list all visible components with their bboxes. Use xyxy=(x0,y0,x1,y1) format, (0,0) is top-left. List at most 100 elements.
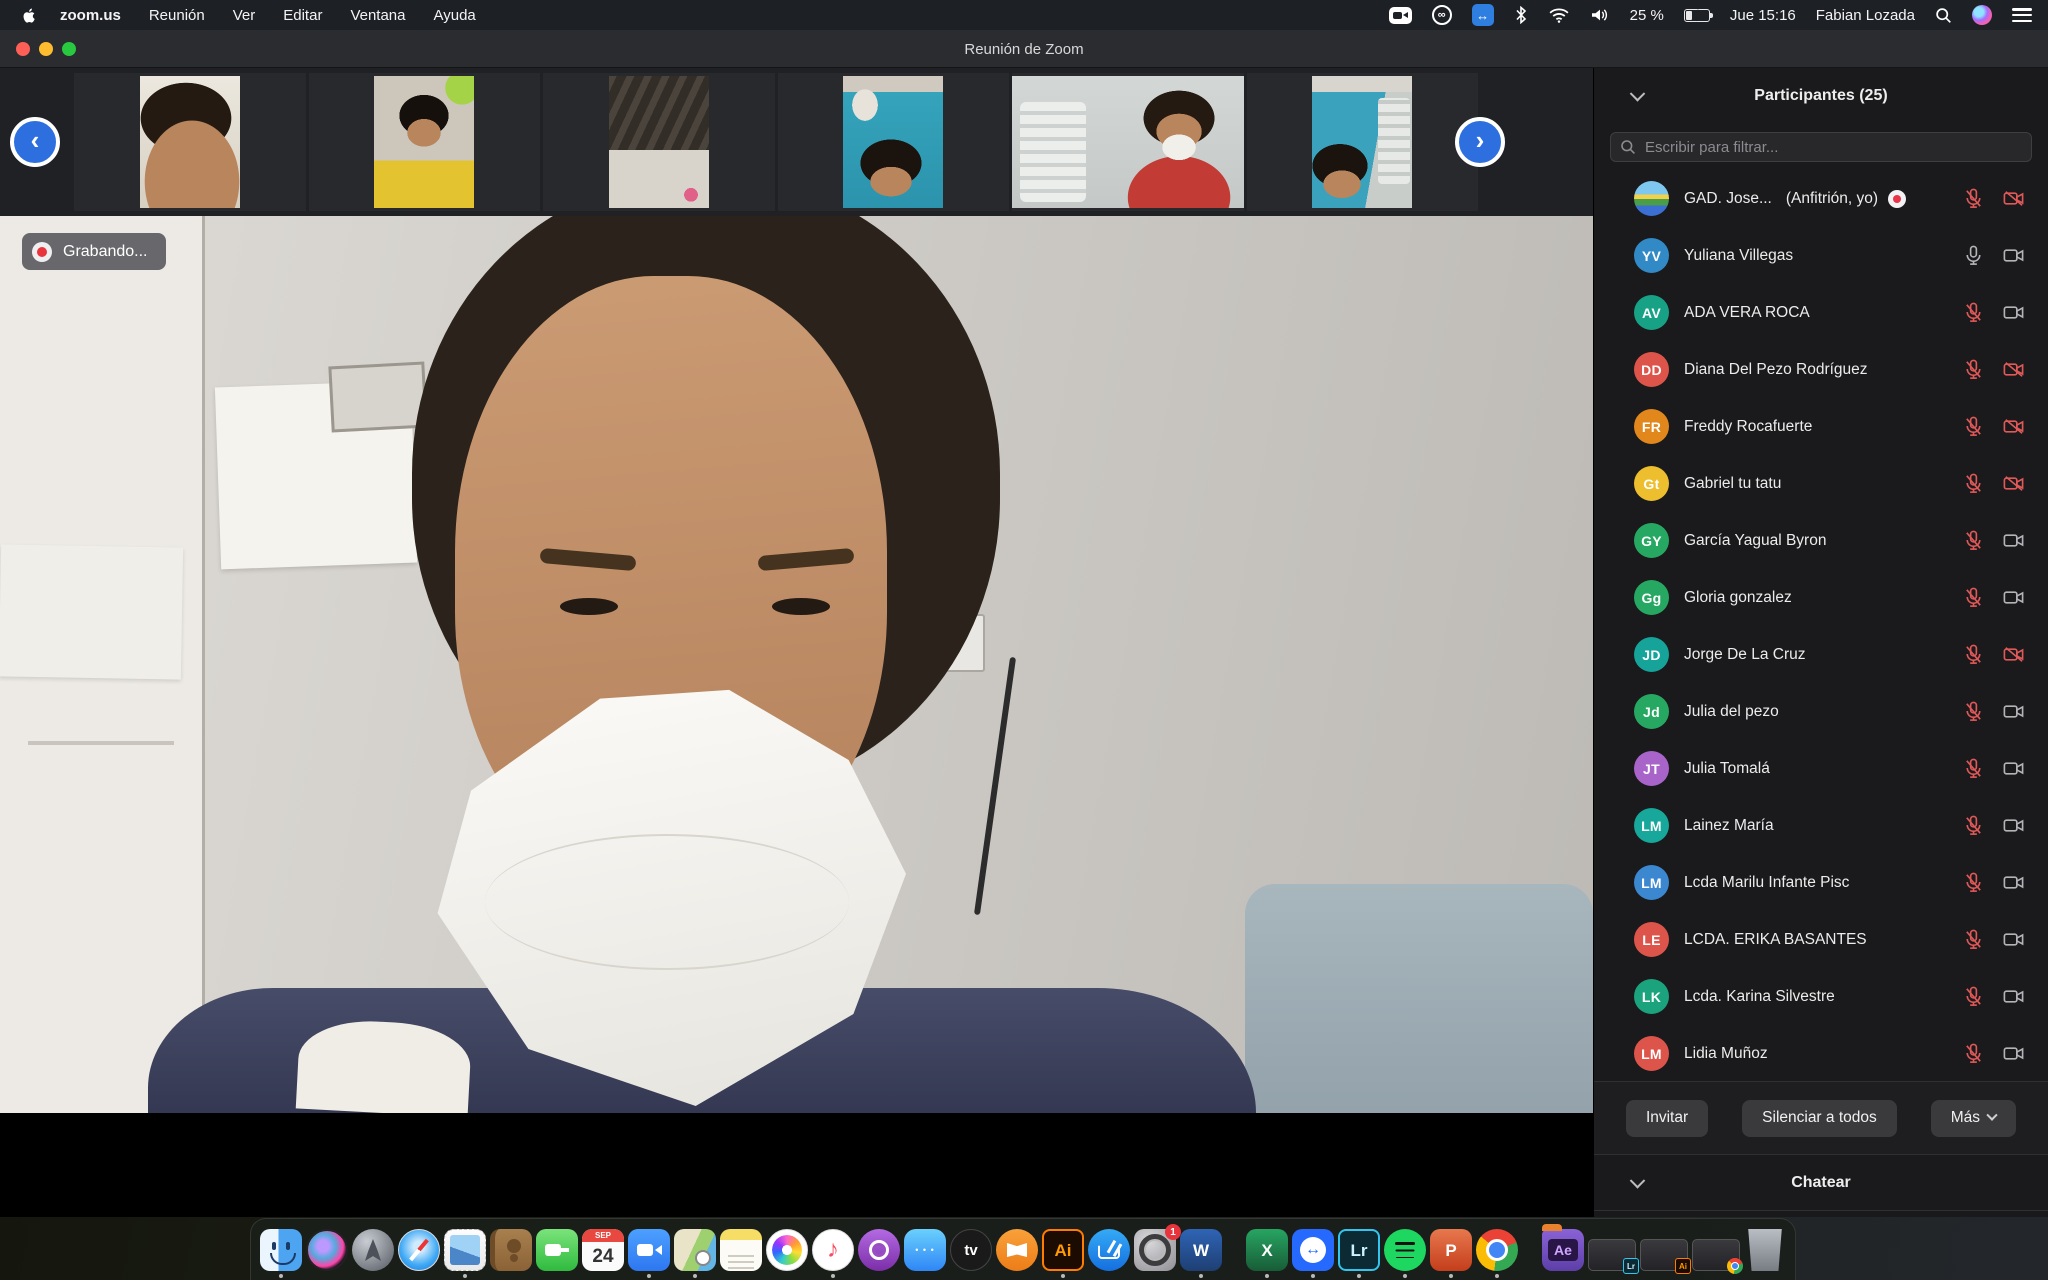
invite-button[interactable]: Invitar xyxy=(1626,1100,1708,1137)
mic-status-icon[interactable] xyxy=(1960,757,1986,781)
dock-illustrator-icon[interactable]: Ai xyxy=(1042,1229,1084,1278)
participant-row[interactable]: JT Julia Tomalá xyxy=(1594,740,2048,797)
camera-status-icon[interactable] xyxy=(2000,814,2026,838)
participant-row[interactable]: LM Lainez María xyxy=(1594,797,2048,854)
participant-row[interactable]: LK Lcda. Karina Silvestre xyxy=(1594,968,2048,1025)
zoom-camera-status-icon[interactable] xyxy=(1389,4,1412,26)
spotlight-search-icon[interactable] xyxy=(1935,4,1952,26)
dock-calendar-icon[interactable]: SEP24 xyxy=(582,1229,624,1278)
dock-lightroom-icon[interactable]: Lr xyxy=(1338,1229,1380,1278)
dock-settings-icon[interactable]: 1 xyxy=(1134,1229,1176,1278)
dock-notes-icon[interactable] xyxy=(720,1229,762,1278)
camera-status-icon[interactable] xyxy=(2000,643,2026,667)
dock-facetime-icon[interactable] xyxy=(536,1229,578,1278)
dock-ae-folder-icon[interactable]: Ae xyxy=(1542,1229,1584,1278)
participant-row[interactable]: Gt Gabriel tu tatu xyxy=(1594,455,2048,512)
dock-powerpoint-icon[interactable]: P xyxy=(1430,1229,1472,1278)
dock-minwin-icon[interactable]: Ai xyxy=(1640,1239,1688,1278)
mic-status-icon[interactable] xyxy=(1960,586,1986,610)
mic-status-icon[interactable] xyxy=(1960,472,1986,496)
camera-status-icon[interactable] xyxy=(2000,928,2026,952)
chat-section-header[interactable]: Chatear xyxy=(1594,1154,2048,1210)
dock-mail-icon[interactable] xyxy=(444,1229,486,1278)
filter-participants-input[interactable] xyxy=(1610,132,2032,162)
dock-finder-icon[interactable] xyxy=(260,1229,302,1278)
participant-row[interactable]: JD Jorge De La Cruz xyxy=(1594,626,2048,683)
participant-row[interactable]: LE LCDA. ERIKA BASANTES xyxy=(1594,911,2048,968)
dock-spotify-icon[interactable] xyxy=(1384,1229,1426,1278)
fullscreen-window-button[interactable] xyxy=(62,42,76,56)
more-button[interactable]: Más xyxy=(1931,1100,2016,1137)
thumb-5-participant-video[interactable] xyxy=(1012,76,1244,208)
dock-siri-icon[interactable] xyxy=(306,1229,348,1278)
creative-cloud-icon[interactable]: ∞ xyxy=(1432,4,1452,26)
participant-row[interactable]: Jd Julia del pezo xyxy=(1594,683,2048,740)
menu-ventana[interactable]: Ventana xyxy=(336,7,419,24)
mic-status-icon[interactable] xyxy=(1960,814,1986,838)
camera-status-icon[interactable] xyxy=(2000,244,2026,268)
dock-appstore-icon[interactable] xyxy=(1088,1229,1130,1278)
camera-status-icon[interactable] xyxy=(2000,871,2026,895)
camera-status-icon[interactable] xyxy=(2000,358,2026,382)
dock-trash-icon[interactable] xyxy=(1744,1229,1786,1278)
camera-status-icon[interactable] xyxy=(2000,187,2026,211)
mic-status-icon[interactable] xyxy=(1960,529,1986,553)
mic-status-icon[interactable] xyxy=(1960,643,1986,667)
camera-status-icon[interactable] xyxy=(2000,529,2026,553)
dock-contacts-icon[interactable] xyxy=(490,1229,532,1278)
dock-maps-icon[interactable] xyxy=(674,1229,716,1278)
participant-row[interactable]: DD Diana Del Pezo Rodríguez xyxy=(1594,341,2048,398)
participant-row[interactable]: Gg Gloria gonzalez xyxy=(1594,569,2048,626)
mic-status-icon[interactable] xyxy=(1960,1042,1986,1066)
camera-status-icon[interactable] xyxy=(2000,985,2026,1009)
bluetooth-icon[interactable] xyxy=(1514,4,1528,26)
participant-row[interactable]: GY García Yagual Byron xyxy=(1594,512,2048,569)
apple-menu-icon[interactable] xyxy=(18,4,40,26)
dock-minwin-icon[interactable]: Lr xyxy=(1588,1239,1636,1278)
menu-reuni-n[interactable]: Reunión xyxy=(135,7,219,24)
mic-status-icon[interactable] xyxy=(1960,700,1986,724)
participant-row[interactable]: LM Lidia Muñoz xyxy=(1594,1025,2048,1081)
mic-status-icon[interactable] xyxy=(1960,985,1986,1009)
mic-status-icon[interactable] xyxy=(1960,187,1986,211)
volume-icon[interactable] xyxy=(1590,4,1610,26)
mic-status-icon[interactable] xyxy=(1960,415,1986,439)
teamviewer-status-icon[interactable]: ↔ xyxy=(1472,4,1494,26)
dock-messages-icon[interactable] xyxy=(904,1229,946,1278)
thumb-3-participant-video[interactable] xyxy=(609,76,709,208)
menu-clock[interactable]: Jue 15:16 xyxy=(1730,7,1796,24)
menu-ver[interactable]: Ver xyxy=(219,7,270,24)
dock-podcasts-icon[interactable] xyxy=(858,1229,900,1278)
thumb-1-participant-video[interactable] xyxy=(140,76,240,208)
notification-center-icon[interactable] xyxy=(2012,4,2032,26)
participant-row[interactable]: YV Yuliana Villegas xyxy=(1594,227,2048,284)
wifi-icon[interactable] xyxy=(1548,4,1570,26)
participant-row[interactable]: LM Lcda Marilu Infante Pisc xyxy=(1594,854,2048,911)
menu-zoom-us[interactable]: zoom.us xyxy=(46,7,135,24)
minimize-window-button[interactable] xyxy=(39,42,53,56)
mic-status-icon[interactable] xyxy=(1960,358,1986,382)
filmstrip-next-button[interactable]: › xyxy=(1455,117,1505,167)
mic-status-icon[interactable] xyxy=(1960,871,1986,895)
menu-user-name[interactable]: Fabian Lozada xyxy=(1816,7,1915,24)
thumb-6-participant-video[interactable] xyxy=(1312,76,1412,208)
camera-status-icon[interactable] xyxy=(2000,757,2026,781)
camera-status-icon[interactable] xyxy=(2000,472,2026,496)
dock-music-icon[interactable]: ♪ xyxy=(812,1229,854,1278)
camera-status-icon[interactable] xyxy=(2000,586,2026,610)
mic-status-icon[interactable] xyxy=(1960,244,1986,268)
participant-row[interactable]: FR Freddy Rocafuerte xyxy=(1594,398,2048,455)
dock-books-icon[interactable] xyxy=(996,1229,1038,1278)
thumb-2-participant-video[interactable] xyxy=(374,76,474,208)
camera-status-icon[interactable] xyxy=(2000,301,2026,325)
mic-status-icon[interactable] xyxy=(1960,928,1986,952)
filmstrip-previous-button[interactable]: ‹ xyxy=(10,117,60,167)
dock-word-icon[interactable]: W xyxy=(1180,1229,1222,1278)
mute-all-button[interactable]: Silenciar a todos xyxy=(1742,1100,1897,1137)
menu-ayuda[interactable]: Ayuda xyxy=(420,7,490,24)
collapse-chat-icon[interactable] xyxy=(1630,1173,1646,1189)
dock-chrome-icon[interactable] xyxy=(1476,1229,1518,1278)
camera-status-icon[interactable] xyxy=(2000,1042,2026,1066)
thumb-4-participant-video[interactable] xyxy=(843,76,943,208)
camera-status-icon[interactable] xyxy=(2000,700,2026,724)
